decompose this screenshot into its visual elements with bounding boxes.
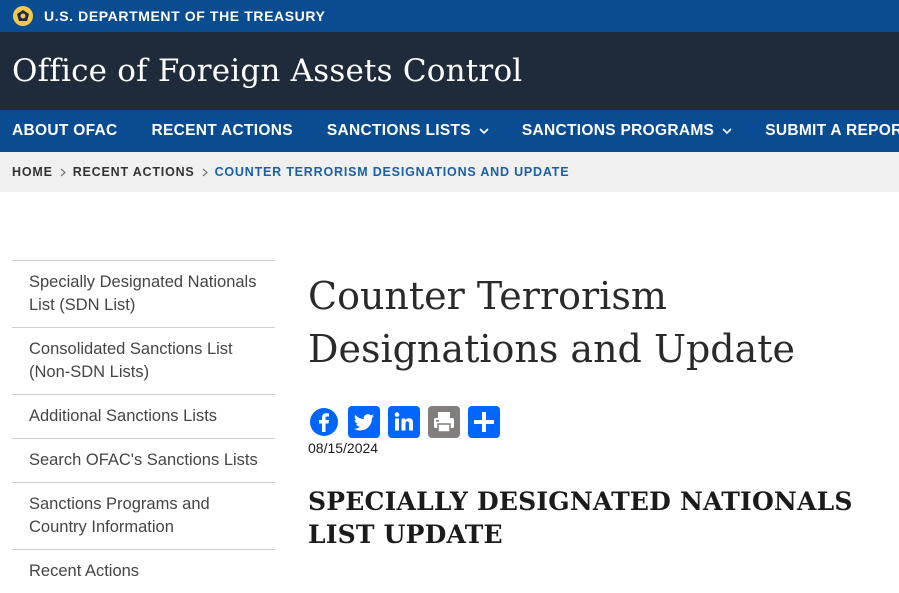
agency-name[interactable]: U.S. DEPARTMENT OF THE TREASURY — [44, 8, 326, 24]
nav-submit-report[interactable]: SUBMIT A REPORT — [765, 110, 899, 152]
page-title: Counter Terrorism Designations and Updat… — [308, 274, 796, 371]
site-header: Office of Foreign Assets Control — [0, 32, 899, 110]
section-heading: SPECIALLY DESIGNATED NATIONALS LIST UPDA… — [308, 487, 853, 549]
nav-recent-actions[interactable]: RECENT ACTIONS — [151, 110, 292, 152]
chevron-down-icon — [722, 127, 732, 135]
nav-label: ABOUT OFAC — [12, 122, 118, 139]
share-bar — [308, 406, 888, 438]
sidebar-item-consolidated-list[interactable]: Consolidated Sanctions List (Non-SDN Lis… — [12, 327, 275, 394]
main-nav: ABOUT OFAC RECENT ACTIONS SANCTIONS LIST… — [0, 110, 899, 152]
nav-label: SUBMIT A REPORT — [765, 122, 899, 139]
print-icon[interactable] — [428, 406, 460, 438]
breadcrumb: HOME RECENT ACTIONS COUNTER TERRORISM DE… — [0, 152, 899, 192]
treasury-seal-icon — [12, 5, 34, 27]
nav-sanctions-programs[interactable]: SANCTIONS PROGRAMS — [522, 110, 732, 152]
sidebar-item-programs[interactable]: Sanctions Programs and Country Informati… — [12, 482, 275, 549]
breadcrumb-current: COUNTER TERRORISM DESIGNATIONS AND UPDAT… — [214, 165, 570, 179]
site-title[interactable]: Office of Foreign Assets Control — [12, 53, 522, 89]
nav-label: SANCTIONS LISTS — [326, 122, 471, 139]
nav-label: RECENT ACTIONS — [151, 122, 293, 139]
chevron-down-icon — [479, 127, 489, 135]
share-icon[interactable] — [468, 406, 500, 438]
nav-about-ofac[interactable]: ABOUT OFAC — [12, 110, 117, 152]
nav-sanctions-lists[interactable]: SANCTIONS LISTS — [327, 110, 489, 152]
chevron-right-icon — [60, 168, 66, 177]
sidebar-item-recent-actions[interactable]: Recent Actions — [12, 549, 275, 593]
sidebar-item-search-lists[interactable]: Search OFAC's Sanctions Lists — [12, 438, 275, 482]
breadcrumb-home[interactable]: HOME — [12, 165, 53, 179]
breadcrumb-recent-actions[interactable]: RECENT ACTIONS — [73, 165, 195, 179]
sidebar-item-sdn-list[interactable]: Specially Designated Nationals List (SDN… — [12, 260, 275, 327]
nav-label: SANCTIONS PROGRAMS — [521, 122, 715, 139]
publish-date: 08/15/2024 — [308, 440, 379, 456]
linkedin-icon[interactable] — [388, 406, 420, 438]
chevron-right-icon — [202, 168, 208, 177]
sidebar-nav: Specially Designated Nationals List (SDN… — [12, 260, 275, 593]
main-content: Counter Terrorism Designations and Updat… — [308, 270, 888, 551]
sidebar-item-additional-lists[interactable]: Additional Sanctions Lists — [12, 394, 275, 438]
twitter-icon[interactable] — [348, 406, 380, 438]
treasury-banner: U.S. DEPARTMENT OF THE TREASURY — [0, 0, 899, 32]
facebook-icon[interactable] — [308, 406, 340, 438]
